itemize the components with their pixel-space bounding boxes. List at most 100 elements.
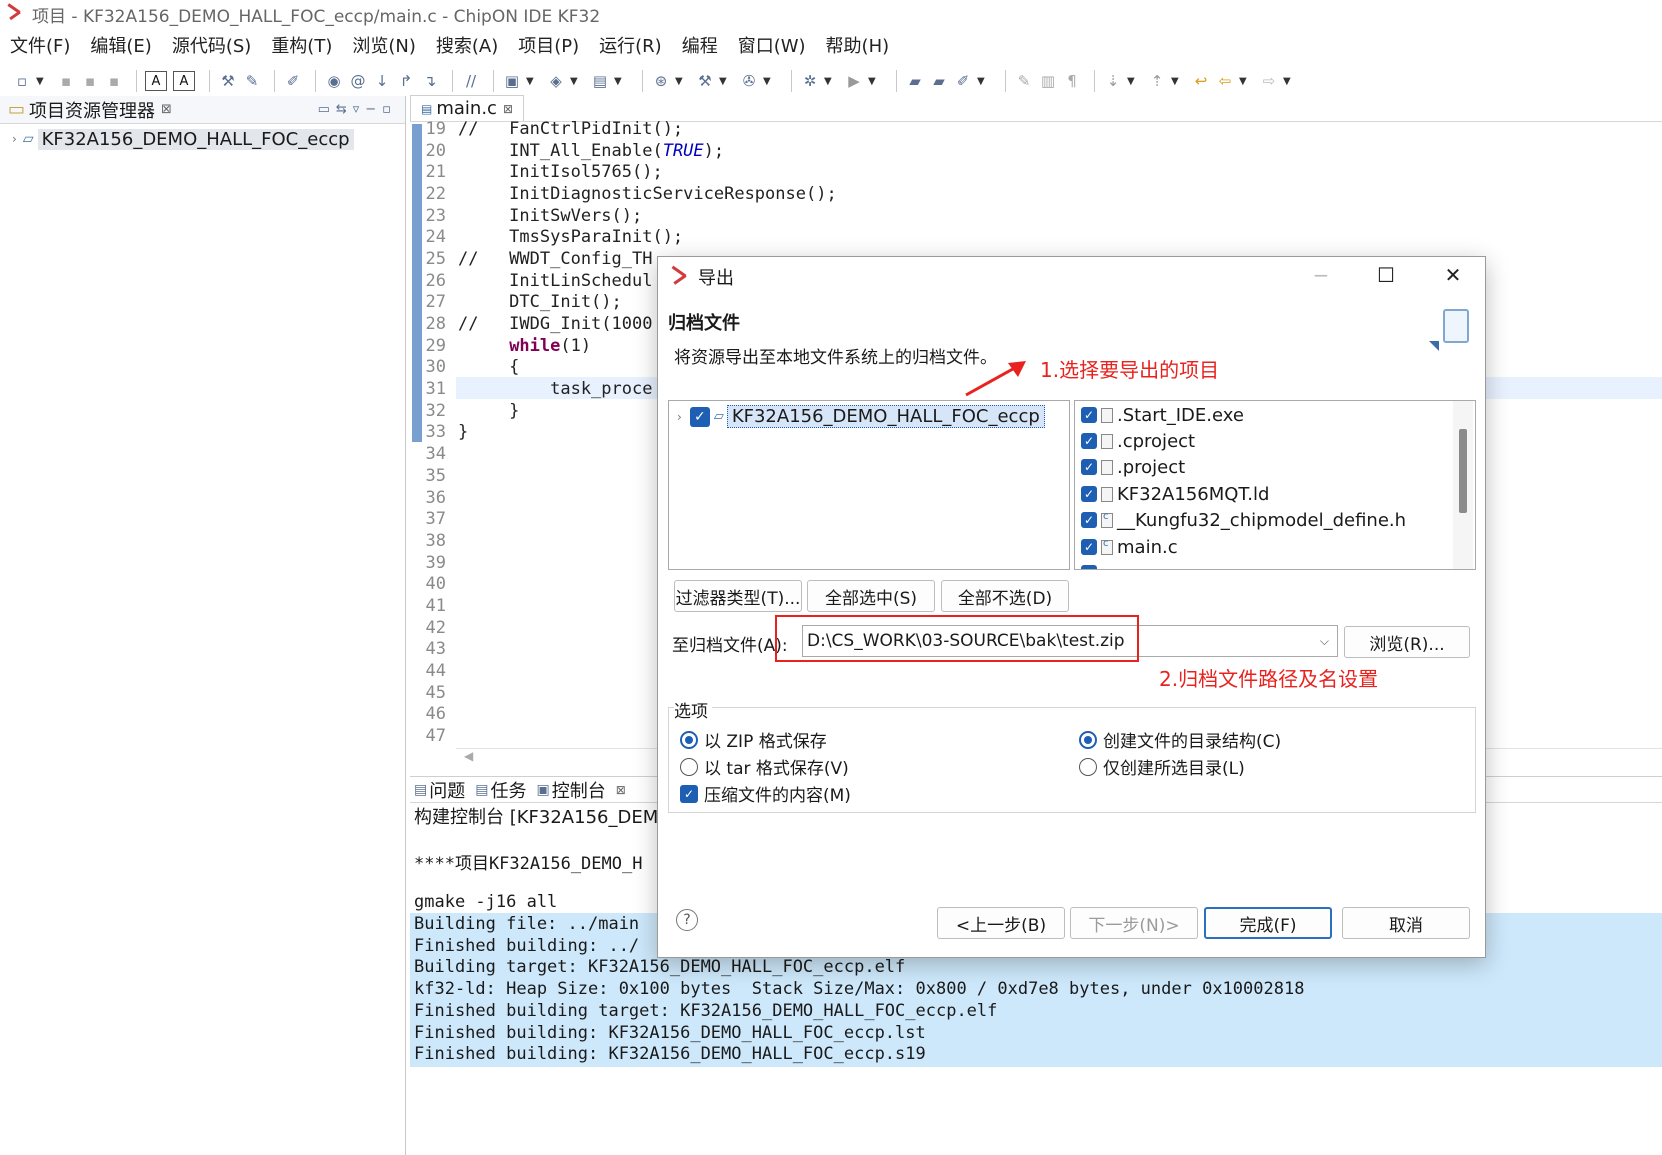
view-controls[interactable]: ▭⇆▿−▫ xyxy=(318,102,397,117)
selected-dirs-radio[interactable] xyxy=(1079,757,1097,776)
paragraph-icon[interactable]: ¶ xyxy=(1062,71,1082,91)
dropdown-icon[interactable]: ▼ xyxy=(868,76,878,87)
hammer-icon[interactable]: ⚒ xyxy=(695,71,715,91)
close-icon[interactable]: ⊠ xyxy=(503,102,513,116)
dir-structure-option[interactable]: 创建文件的目录结构(C) xyxy=(1079,727,1281,752)
finish-button[interactable]: 完成(F) xyxy=(1204,907,1332,939)
dropdown-icon[interactable]: ▼ xyxy=(526,76,536,87)
code-line[interactable]: 20 INT_All_Enable(TRUE); xyxy=(410,140,837,162)
bug-icon[interactable]: ✲ xyxy=(800,71,820,91)
wrench-icon[interactable]: ✎ xyxy=(242,71,262,91)
file-list[interactable]: .Start_IDE.exe .cproject .project KF32A1… xyxy=(1074,400,1476,570)
step-into-icon[interactable]: ↴ xyxy=(420,71,440,91)
code-line[interactable]: 24 TmsSysParaInit(); xyxy=(410,226,837,248)
menu-refactor[interactable]: 重构(T) xyxy=(271,32,332,58)
run-icon[interactable]: ▶ xyxy=(844,71,864,91)
new-project-icon[interactable]: ▣ xyxy=(502,71,522,91)
maximize-icon[interactable]: ☐ xyxy=(1366,263,1406,287)
back-icon[interactable]: ⇦ xyxy=(1215,71,1235,91)
zip-radio[interactable] xyxy=(680,730,698,749)
file-item[interactable]: .Start_IDE.exe xyxy=(1081,402,1244,428)
compress-option[interactable]: 压缩文件的内容(M) xyxy=(680,781,851,806)
code-line[interactable]: 22 InitDiagnosticServiceResponse(); xyxy=(410,183,837,205)
zip-format-option[interactable]: 以 ZIP 格式保存 xyxy=(680,727,827,752)
debug-icon[interactable]: ◉ xyxy=(324,71,344,91)
open-type-icon[interactable]: ◈ xyxy=(546,71,566,91)
new-icon[interactable]: ▫ xyxy=(12,71,32,91)
file-checkbox[interactable] xyxy=(1081,459,1097,475)
scrollbar-thumb[interactable] xyxy=(1459,429,1467,513)
cancel-button[interactable]: 取消 xyxy=(1342,907,1470,939)
dropdown-icon[interactable]: ▼ xyxy=(1283,76,1293,87)
menu-program[interactable]: 编程 xyxy=(682,32,718,58)
vertical-scrollbar[interactable] xyxy=(1453,401,1473,569)
next-button[interactable]: 下一步(N)> xyxy=(1070,907,1198,939)
dropdown-icon[interactable]: ▼ xyxy=(1239,76,1249,87)
dropdown-icon[interactable]: ▼ xyxy=(675,76,685,87)
menu-edit[interactable]: 编辑(E) xyxy=(90,32,151,58)
menu-run[interactable]: 运行(R) xyxy=(599,32,662,58)
menu-navigate[interactable]: 浏览(N) xyxy=(352,32,416,58)
dropdown-icon[interactable]: ▼ xyxy=(824,76,834,87)
tab-problems[interactable]: 问题 xyxy=(429,777,465,803)
open-folder-icon[interactable]: ▰ xyxy=(905,71,925,91)
close-icon[interactable]: ⊠ xyxy=(616,783,626,797)
prev-annotation-icon[interactable]: ⇡ xyxy=(1147,71,1167,91)
minimize-icon[interactable]: − xyxy=(1301,263,1341,287)
folder-icon[interactable]: ▰ xyxy=(929,71,949,91)
help-icon[interactable]: ? xyxy=(676,909,698,931)
tools-icon[interactable]: ✇ xyxy=(739,71,759,91)
dropdown-icon[interactable]: ▼ xyxy=(614,76,624,87)
file-checkbox[interactable] xyxy=(1081,512,1097,528)
menu-source[interactable]: 源代码(S) xyxy=(172,32,251,58)
tree-item-project[interactable]: › ▱ KF32A156_DEMO_HALL_FOC_eccp xyxy=(677,405,1045,428)
project-tree[interactable]: › ▱ KF32A156_DEMO_HALL_FOC_eccp xyxy=(668,400,1070,570)
select-all-button[interactable]: 全部选中(S) xyxy=(807,580,935,612)
file-checkbox[interactable] xyxy=(1081,565,1097,569)
step-return-icon[interactable]: ↱ xyxy=(396,71,416,91)
forward-icon[interactable]: ⇨ xyxy=(1259,71,1279,91)
next-annotation-icon[interactable]: ⇣ xyxy=(1103,71,1123,91)
chevron-right-icon[interactable]: › xyxy=(677,410,682,424)
code-line[interactable]: 21 InitIsol5765(); xyxy=(410,161,837,183)
file-checkbox[interactable] xyxy=(1081,539,1097,555)
file-checkbox[interactable] xyxy=(1081,407,1097,423)
menu-search[interactable]: 搜索(A) xyxy=(436,32,498,58)
compress-checkbox[interactable] xyxy=(680,784,698,803)
save-icon[interactable]: ▪ xyxy=(56,71,76,91)
chevron-down-icon[interactable]: ⌵ xyxy=(1320,634,1329,649)
menu-help[interactable]: 帮助(H) xyxy=(826,32,890,58)
dropdown-icon[interactable]: ▼ xyxy=(570,76,580,87)
chevron-right-icon[interactable]: › xyxy=(12,132,17,146)
menu-project[interactable]: 项目(P) xyxy=(518,32,579,58)
tab-console[interactable]: 控制台 xyxy=(552,777,606,803)
tree-item-project[interactable]: › ▱ KF32A156_DEMO_HALL_FOC_eccp xyxy=(0,126,405,152)
file-checkbox[interactable] xyxy=(1081,486,1097,502)
dropdown-icon[interactable]: ▼ xyxy=(1127,76,1137,87)
new-file-icon[interactable]: ▤ xyxy=(590,71,610,91)
file-item[interactable]: main.c xyxy=(1081,534,1178,560)
file-item[interactable]: .project xyxy=(1081,454,1185,480)
deselect-all-button[interactable]: 全部不选(D) xyxy=(941,580,1069,612)
clean-icon[interactable]: ✐ xyxy=(283,71,303,91)
connect-icon[interactable]: @ xyxy=(348,71,368,91)
code-line[interactable]: 19 // FanCtrlPidInit(); xyxy=(410,118,837,140)
comment-icon[interactable]: // xyxy=(461,71,481,91)
edit-icon[interactable]: ✎ xyxy=(1014,71,1034,91)
close-icon[interactable]: ⊠ xyxy=(161,102,172,117)
menu-window[interactable]: 窗口(W) xyxy=(738,32,806,58)
file-item[interactable] xyxy=(1081,560,1101,569)
file-checkbox[interactable] xyxy=(1081,433,1097,449)
save-all-icon[interactable]: ▪ xyxy=(80,71,100,91)
font-larger-icon[interactable]: A xyxy=(145,71,167,91)
code-line[interactable]: 23 InitSwVers(); xyxy=(410,205,837,227)
target-icon[interactable]: ⊛ xyxy=(651,71,671,91)
dropdown-icon[interactable]: ▼ xyxy=(719,76,729,87)
file-item[interactable]: .cproject xyxy=(1081,428,1195,454)
new-dropdown-icon[interactable]: ▼ xyxy=(36,76,46,87)
dropdown-icon[interactable]: ▼ xyxy=(763,76,773,87)
view-icon[interactable]: ▥ xyxy=(1038,71,1058,91)
tar-radio[interactable] xyxy=(680,757,698,776)
dropdown-icon[interactable]: ▼ xyxy=(1171,76,1181,87)
tab-tasks[interactable]: 任务 xyxy=(490,777,526,803)
